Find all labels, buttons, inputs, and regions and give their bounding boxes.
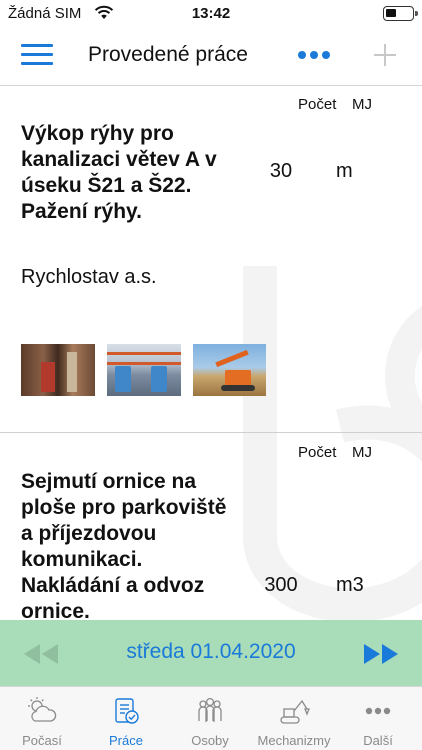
- weather-icon: [28, 697, 57, 722]
- next-day-button[interactable]: [360, 642, 400, 666]
- page-title: Provedené práce: [88, 43, 248, 66]
- excavator-icon: [280, 699, 310, 724]
- tab-label: Práce: [109, 733, 143, 748]
- tab-mechanizmy[interactable]: Mechanizmy: [252, 687, 336, 750]
- tab-pocasi[interactable]: Počasí: [0, 687, 84, 750]
- excavator-photo[interactable]: [193, 344, 266, 396]
- tab-label: Mechanizmy: [257, 733, 331, 748]
- pipe-laying-photo[interactable]: [107, 344, 181, 396]
- work-report-icon: [115, 698, 139, 724]
- plus-icon: [374, 44, 396, 66]
- more-dots-icon: [365, 707, 391, 715]
- tab-dalsi[interactable]: Další: [336, 687, 420, 750]
- current-date[interactable]: středa 01.04.2020: [0, 640, 422, 664]
- more-dots-icon: [298, 51, 306, 59]
- work-description: Výkop rýhy pro kanalizaci větev A v úsek…: [21, 122, 217, 223]
- hamburger-menu-icon[interactable]: [21, 44, 53, 68]
- trench-photo[interactable]: [21, 344, 95, 396]
- work-quantity: 30: [269, 160, 293, 182]
- tab-label: Počasí: [22, 733, 62, 748]
- tab-osoby[interactable]: Osoby: [168, 687, 252, 750]
- tab-label: Další: [363, 733, 393, 748]
- tab-bar: Počasí Práce Osoby Mechanizmy Další: [0, 686, 422, 750]
- count-column-header: Počet: [298, 444, 337, 461]
- status-bar: Žádná SIM 13:42: [0, 0, 422, 28]
- work-list[interactable]: Počet MJ Výkop rýhy pro kanalizaci větev…: [0, 86, 422, 620]
- work-entry[interactable]: Počet MJ Výkop rýhy pro kanalizaci větev…: [0, 86, 422, 433]
- work-entry[interactable]: Počet MJ Sejmutí ornice na ploše pro par…: [0, 434, 422, 620]
- battery-icon: [383, 6, 418, 21]
- work-unit: m: [336, 160, 353, 182]
- unit-column-header: MJ: [352, 444, 372, 461]
- unit-column-header: MJ: [352, 96, 372, 113]
- more-options-button[interactable]: [298, 51, 330, 61]
- date-bar: středa 01.04.2020: [0, 620, 422, 686]
- count-column-header: Počet: [298, 96, 337, 113]
- tab-label: Osoby: [191, 733, 229, 748]
- add-button[interactable]: [372, 42, 398, 68]
- people-icon: [198, 697, 222, 722]
- work-unit: m3: [336, 574, 364, 596]
- status-time: 13:42: [191, 5, 231, 22]
- contractor-name: Rychlostav a.s.: [21, 266, 157, 288]
- nav-bar: Provedené práce: [0, 28, 422, 86]
- work-description: Sejmutí ornice na ploše pro parkoviště a…: [21, 470, 227, 620]
- work-quantity: 300: [264, 574, 298, 596]
- tab-prace[interactable]: Práce: [84, 687, 168, 750]
- double-chevron-right-icon: [364, 644, 398, 664]
